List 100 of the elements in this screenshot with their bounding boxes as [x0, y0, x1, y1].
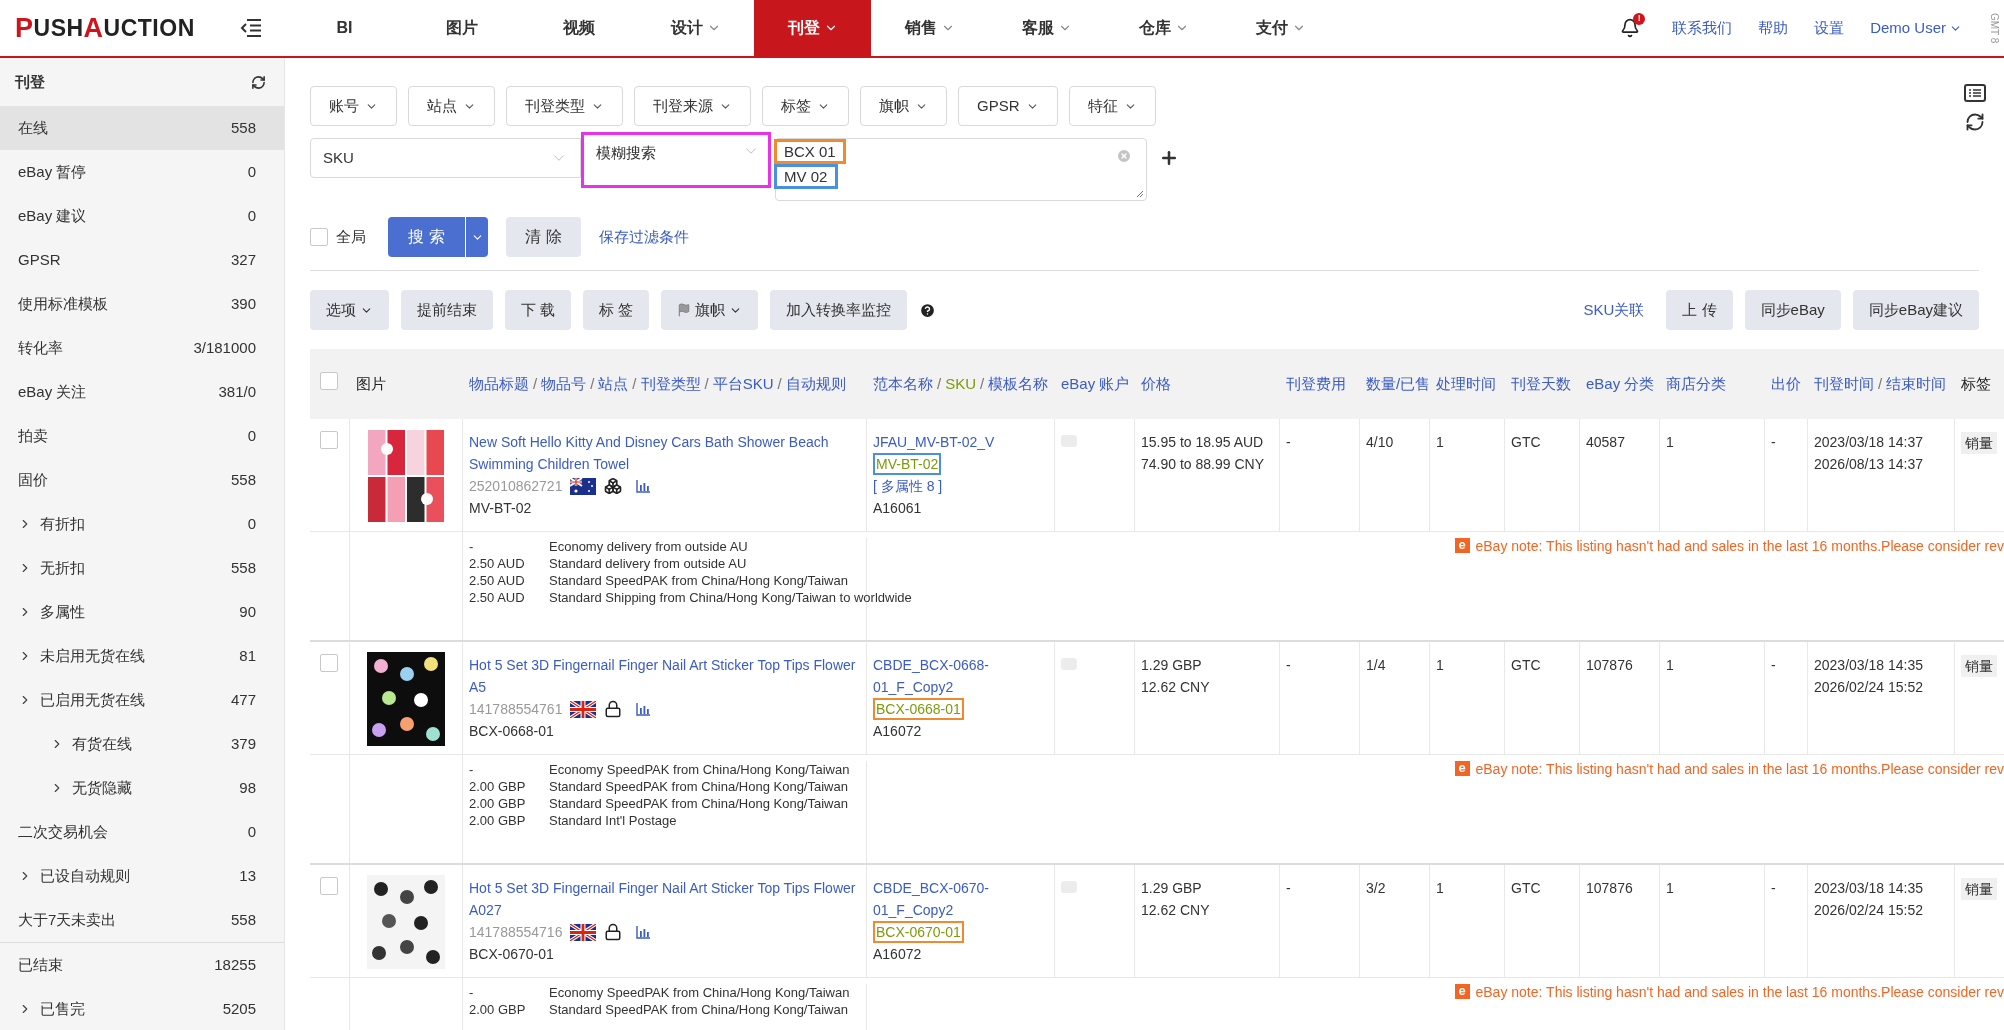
clear-button[interactable]: 清 除 — [506, 217, 581, 257]
quantity-text: 4/10 — [1366, 434, 1394, 450]
nav-tab[interactable]: 设计 — [637, 0, 754, 56]
dropdown-button[interactable]: 旗帜 — [661, 290, 759, 330]
listing-title-link[interactable]: Hot 5 Set 3D Fingernail Finger Nail Art Sticker Top Tips Flower A027 — [469, 877, 860, 921]
column-header[interactable]: 标签 — [1955, 372, 2004, 396]
chart-icon[interactable] — [636, 479, 651, 493]
sku-input-field[interactable]: BCX 01 MV 02 — [775, 138, 1147, 201]
nav-tab[interactable]: 图片 — [403, 0, 520, 56]
checkbox[interactable] — [320, 431, 338, 449]
variants-link[interactable]: [ 多属性 8 ] — [873, 475, 1048, 497]
sidebar-item[interactable]: 未启用无货在线 81 — [0, 634, 284, 678]
sidebar-item[interactable]: 已启用无货在线 477 — [0, 678, 284, 722]
filter-dropdown[interactable]: 标签 — [762, 86, 849, 126]
checkbox[interactable] — [320, 877, 338, 895]
nav-tab[interactable]: 客服 — [988, 0, 1105, 56]
match-mode-select[interactable]: 模糊搜索 — [581, 132, 771, 188]
column-header[interactable]: 范本名称 / SKU / 模板名称 — [867, 372, 1055, 396]
sku-link[interactable]: SKU关联 — [1583, 298, 1645, 322]
platform-sku: BCX-0670-01 — [469, 945, 555, 964]
header-link[interactable]: 设置 — [1814, 16, 1845, 40]
search-button[interactable]: 搜 索 — [388, 217, 465, 257]
filter-dropdown[interactable]: 账号 — [310, 86, 397, 126]
filter-dropdown[interactable]: GPSR — [958, 86, 1058, 126]
toolbar-button[interactable]: 同步eBay — [1744, 290, 1841, 330]
search-options-button[interactable] — [466, 217, 488, 257]
nav-tab[interactable]: 视频 — [520, 0, 637, 56]
listing-title-link[interactable]: Hot 5 Set 3D Fingernail Finger Nail Art Sticker Top Tips Flower A5 — [469, 654, 860, 698]
column-header[interactable]: 商店分类 — [1660, 372, 1765, 396]
sidebar-item[interactable]: eBay 关注 381/0 — [0, 370, 284, 414]
field-select[interactable]: SKU — [310, 138, 581, 178]
chart-icon[interactable] — [636, 702, 651, 716]
sidebar-item[interactable]: 无货隐藏 98 — [0, 766, 284, 810]
column-header[interactable]: 价格 — [1135, 372, 1280, 396]
date-time: 2026/02/24 15:52 — [1814, 901, 1924, 920]
logo[interactable]: PUSHAUCTION — [0, 0, 240, 56]
sidebar-item[interactable]: 已售完 5205 — [0, 987, 284, 1030]
checkbox[interactable] — [320, 371, 338, 390]
column-header[interactable]: 数量/已售 — [1360, 372, 1430, 396]
nav-tab[interactable]: 销售 — [871, 0, 988, 56]
listing-title-link[interactable]: New Soft Hello Kitty And Disney Cars Bath Shower Beach Swimming Children Towel — [469, 431, 860, 475]
filter-dropdown[interactable]: 特征 — [1068, 86, 1156, 126]
sidebar-item[interactable]: eBay 建议 0 — [0, 194, 284, 238]
handling-time: 1 — [1436, 880, 1444, 896]
column-header[interactable]: 出价 — [1765, 372, 1808, 396]
toolbar-button[interactable]: 加入转换率监控 — [770, 290, 908, 330]
save-filter-link[interactable]: 保存过滤条件 — [599, 225, 689, 249]
refresh-icon[interactable] — [1965, 112, 1985, 132]
menu-collapse-icon[interactable] — [240, 18, 262, 38]
column-header[interactable]: 刊登天数 — [1505, 372, 1580, 396]
sidebar-item[interactable]: 已结束 18255 — [0, 943, 284, 987]
toolbar-button[interactable]: 提前结束 — [401, 290, 493, 330]
toolbar-button[interactable]: 下 载 — [505, 290, 572, 330]
sidebar-item[interactable]: 有货在线 379 — [0, 722, 284, 766]
filter-dropdown[interactable]: 刊登来源 — [634, 86, 751, 126]
list-view-icon[interactable] — [1964, 84, 1986, 102]
filter-dropdown[interactable]: 刊登类型 — [506, 86, 623, 126]
template-name-link[interactable]: CBDE_BCX-0670-01_F_Copy2 — [873, 877, 1043, 921]
sidebar-item[interactable]: 多属性 90 — [0, 590, 284, 634]
help-icon[interactable] — [919, 301, 937, 319]
column-header[interactable]: eBay 分类 — [1580, 372, 1660, 396]
nav-tab[interactable]: 仓库 — [1105, 0, 1222, 56]
toolbar-button[interactable]: 同步eBay建议 — [1852, 290, 1979, 330]
notification-button[interactable]: ! — [1614, 12, 1647, 44]
sidebar-item[interactable]: 无折扣 558 — [0, 546, 284, 590]
column-header[interactable]: 图片 — [350, 372, 463, 396]
nav-tab[interactable]: 刊登 — [754, 0, 871, 56]
sidebar-item[interactable]: 转化率 3/181000 — [0, 326, 284, 370]
template-name-link[interactable]: JFAU_MV-BT-02_V — [873, 431, 1043, 453]
sidebar-item[interactable]: 大于7天未卖出 558 — [0, 898, 284, 942]
user-menu[interactable]: Demo User — [1870, 16, 1962, 40]
column-header[interactable]: eBay 账户 — [1055, 372, 1135, 396]
toolbar-button[interactable]: 上 传 — [1666, 290, 1733, 330]
sidebar-item[interactable]: 拍卖 0 — [0, 414, 284, 458]
checkbox[interactable] — [310, 228, 328, 246]
filter-dropdown[interactable]: 旗帜 — [860, 86, 947, 126]
sidebar-item[interactable]: GPSR 327 — [0, 238, 284, 282]
column-header[interactable]: 刊登时间 / 结束时间 — [1808, 372, 1955, 396]
sidebar-item[interactable]: 使用标准模板 390 — [0, 282, 284, 326]
sidebar-item[interactable]: 在线 558 — [0, 106, 284, 150]
sidebar-item[interactable]: eBay 暂停 0 — [0, 150, 284, 194]
header-link[interactable]: 联系我们 — [1672, 16, 1733, 40]
column-header[interactable]: 刊登费用 — [1280, 372, 1360, 396]
nav-tab[interactable]: 支付 — [1222, 0, 1339, 56]
column-header[interactable]: 物品标题 / 物品号 / 站点 / 刊登类型 / 平台SKU / 自动规则 — [463, 372, 867, 396]
sidebar-item[interactable]: 二次交易机会 0 — [0, 810, 284, 854]
nav-tab[interactable]: BI — [286, 0, 403, 56]
checkbox[interactable] — [320, 654, 338, 672]
filter-dropdown[interactable]: 站点 — [408, 86, 495, 126]
dropdown-button[interactable]: 选项 — [310, 290, 389, 330]
sidebar-item[interactable]: 有折扣 0 — [0, 502, 284, 546]
chart-icon[interactable] — [636, 925, 651, 939]
header-link[interactable]: 帮助 — [1758, 16, 1789, 40]
sidebar-item[interactable]: 固价 558 — [0, 458, 284, 502]
template-name-link[interactable]: CBDE_BCX-0668-01_F_Copy2 — [873, 654, 1043, 698]
sidebar-item[interactable]: 已设自动规则 13 — [0, 854, 284, 898]
column-header[interactable]: 处理时间 — [1430, 372, 1505, 396]
add-icon[interactable] — [1159, 148, 1179, 168]
refresh-icon[interactable] — [251, 74, 266, 90]
toolbar-button[interactable]: 标 签 — [583, 290, 650, 330]
